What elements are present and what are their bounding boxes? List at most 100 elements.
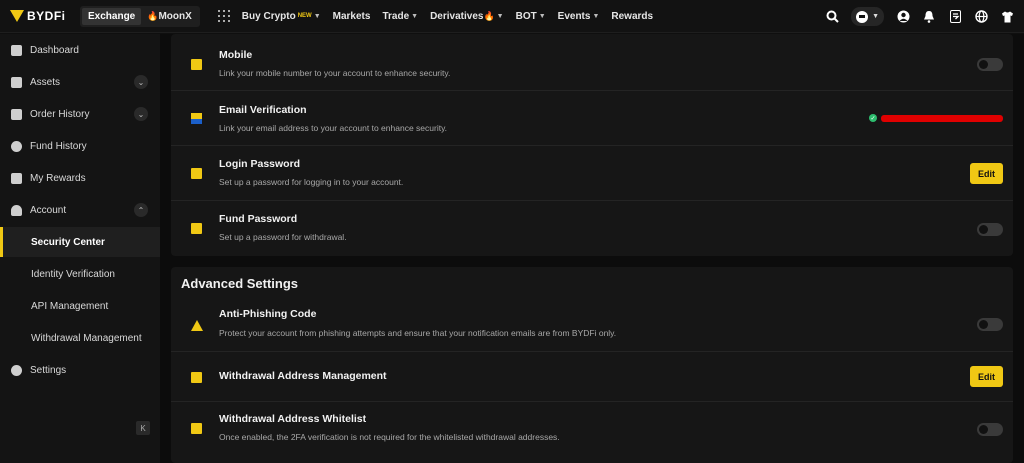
gift-icon bbox=[11, 172, 22, 184]
exchange-mode-button[interactable]: Exchange bbox=[82, 7, 142, 25]
row-title: Login Password bbox=[219, 158, 301, 170]
row-title: Mobile bbox=[219, 49, 253, 61]
row-description: Once enabled, the 2FA verification is no… bbox=[219, 432, 560, 442]
check-icon: ✓ bbox=[869, 114, 877, 122]
moonx-mode-button[interactable]: 🔥MoonX bbox=[141, 8, 198, 25]
sidebar-item-label: Fund History bbox=[30, 140, 87, 152]
advanced-row-anti-phishing: Anti-Phishing Code Protect your account … bbox=[171, 300, 1013, 352]
edit-withdrawal-address-button[interactable]: Edit bbox=[970, 366, 1003, 387]
sidebar-item-security-center[interactable]: Security Center bbox=[0, 227, 160, 257]
security-row-mobile: Mobile Link your mobile number to your a… bbox=[171, 34, 1013, 91]
chevron-down-icon[interactable]: ⌄ bbox=[134, 107, 148, 121]
chevron-down-icon: ▼ bbox=[313, 12, 321, 20]
apps-grid-icon[interactable] bbox=[217, 10, 230, 22]
user-avatar-icon[interactable] bbox=[896, 10, 910, 24]
address-book-icon bbox=[191, 372, 202, 383]
sidebar-item-label: Security Center bbox=[31, 236, 105, 248]
nav-rewards[interactable]: Rewards bbox=[611, 11, 653, 22]
chevron-down-icon[interactable]: ⌄ bbox=[134, 75, 148, 89]
security-row-login-password: Login Password Set up a password for log… bbox=[171, 146, 1013, 201]
sidebar-item-settings[interactable]: Settings bbox=[0, 355, 160, 385]
bell-icon[interactable] bbox=[922, 10, 936, 24]
nav-bot-label: BOT bbox=[515, 10, 537, 22]
sidebar-item-label: Dashboard bbox=[30, 44, 79, 56]
mobile-icon bbox=[191, 59, 202, 70]
sidebar-item-withdrawal-management[interactable]: Withdrawal Management bbox=[0, 323, 160, 353]
mail-icon bbox=[191, 113, 202, 124]
mobile-toggle[interactable] bbox=[977, 58, 1003, 71]
sidebar-item-assets[interactable]: Assets ⌄ bbox=[0, 67, 160, 97]
sidebar-item-order-history[interactable]: Order History ⌄ bbox=[0, 99, 160, 129]
shirt-icon[interactable] bbox=[1000, 10, 1014, 24]
advanced-row-withdrawal-whitelist: Withdrawal Address Whitelist Once enable… bbox=[171, 402, 1013, 458]
bydfi-logo[interactable]: BYDFi bbox=[10, 9, 72, 23]
chevron-down-icon: ▼ bbox=[496, 12, 504, 20]
row-description: Protect your account from phishing attem… bbox=[219, 328, 617, 338]
history-icon bbox=[11, 140, 22, 152]
chevron-down-icon: ▼ bbox=[411, 12, 419, 20]
wallet-dropdown[interactable]: ▼ bbox=[851, 7, 884, 26]
row-title: Withdrawal Address Management bbox=[219, 370, 387, 382]
row-description: Set up a password for logging in to your… bbox=[219, 177, 404, 187]
nav-buy-crypto[interactable]: Buy Crypto NEW ▼ bbox=[242, 11, 321, 22]
logo-mark-icon bbox=[10, 10, 24, 22]
sidebar-item-identity-verification[interactable]: Identity Verification bbox=[0, 259, 160, 289]
new-badge: NEW bbox=[297, 13, 312, 19]
sidebar-item-account[interactable]: Account ⌃ bbox=[0, 195, 160, 225]
row-title: Anti-Phishing Code bbox=[219, 308, 317, 320]
sidebar-item-label: Identity Verification bbox=[31, 268, 115, 280]
row-description: Set up a password for withdrawal. bbox=[219, 232, 347, 242]
nav-events[interactable]: Events ▼ bbox=[558, 11, 600, 22]
globe-icon[interactable] bbox=[974, 10, 988, 24]
nav-trade[interactable]: Trade ▼ bbox=[382, 11, 418, 22]
gear-icon bbox=[11, 364, 22, 376]
sidebar-item-my-rewards[interactable]: My Rewards bbox=[0, 163, 160, 193]
security-row-fund-password: Fund Password Set up a password for with… bbox=[171, 201, 1013, 256]
nav-events-label: Events bbox=[557, 10, 591, 22]
top-navigation-bar: BYDFi Exchange 🔥MoonX Buy Crypto NEW ▼ Mar… bbox=[0, 0, 1024, 33]
security-center-content: Mobile Link your mobile number to your a… bbox=[160, 34, 1024, 463]
main-nav: Buy Crypto NEW ▼ Markets Trade ▼ Derivative… bbox=[242, 11, 665, 22]
lock-icon bbox=[191, 168, 202, 179]
advanced-settings-card: Advanced Settings Anti-Phishing Code Pro… bbox=[171, 267, 1013, 463]
row-description: Link your email address to your account … bbox=[219, 123, 448, 133]
sidebar-item-label: API Management bbox=[31, 300, 109, 312]
chevron-down-icon: ▼ bbox=[872, 13, 879, 20]
whitelist-toggle[interactable] bbox=[977, 423, 1003, 436]
edit-login-password-button[interactable]: Edit bbox=[970, 163, 1003, 184]
sidebar-item-label: Withdrawal Management bbox=[31, 332, 142, 344]
nav-markets-label: Markets bbox=[332, 10, 371, 22]
sidebar-item-label: My Rewards bbox=[30, 172, 86, 184]
nav-bot[interactable]: BOT ▼ bbox=[516, 11, 546, 22]
chevron-down-icon: ▼ bbox=[538, 12, 546, 20]
nav-markets[interactable]: Markets bbox=[333, 11, 371, 22]
download-icon[interactable] bbox=[948, 10, 962, 24]
fire-icon: 🔥 bbox=[147, 10, 159, 21]
collapse-sidebar-button[interactable]: K bbox=[136, 421, 150, 435]
home-icon bbox=[11, 44, 22, 56]
search-icon[interactable] bbox=[825, 10, 839, 24]
sidebar-item-label: Settings bbox=[30, 364, 67, 376]
anti-phishing-toggle[interactable] bbox=[977, 318, 1003, 331]
sidebar-item-label: Account bbox=[30, 204, 67, 216]
advanced-settings-title: Advanced Settings bbox=[181, 276, 299, 291]
whitelist-icon bbox=[191, 423, 202, 434]
security-row-email: Email Verification Link your email addre… bbox=[171, 91, 1013, 146]
warning-icon bbox=[191, 320, 203, 331]
fire-icon: 🔥 bbox=[483, 10, 495, 21]
user-icon bbox=[11, 204, 22, 216]
nav-rewards-label: Rewards bbox=[611, 10, 654, 22]
nav-derivatives[interactable]: Derivatives 🔥 ▼ bbox=[430, 11, 504, 22]
security-settings-card: Mobile Link your mobile number to your a… bbox=[171, 34, 1013, 256]
logo-text: BYDFi bbox=[27, 9, 66, 23]
sidebar-item-dashboard[interactable]: Dashboard bbox=[0, 35, 160, 65]
row-title: Email Verification bbox=[219, 104, 307, 116]
verified-email-status: ✓ bbox=[869, 114, 1003, 122]
row-title: Withdrawal Address Whitelist bbox=[219, 413, 367, 425]
sidebar-item-fund-history[interactable]: Fund History bbox=[0, 131, 160, 161]
chevron-up-icon[interactable]: ⌃ bbox=[134, 203, 148, 217]
sidebar-item-api-management[interactable]: API Management bbox=[0, 291, 160, 321]
wallet-icon bbox=[856, 10, 869, 23]
sidebar-item-label: Assets bbox=[30, 76, 61, 88]
fund-password-toggle[interactable] bbox=[977, 223, 1003, 236]
